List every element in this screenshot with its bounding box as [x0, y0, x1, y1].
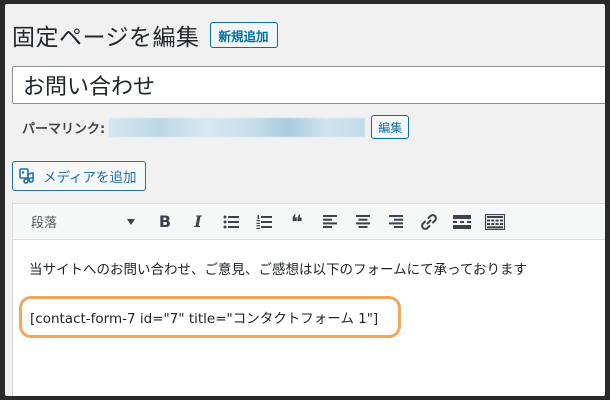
- italic-button[interactable]: I: [184, 208, 212, 236]
- add-media-icon: [19, 168, 34, 184]
- chevron-down-icon: [127, 218, 135, 225]
- content-paragraph: 当サイトへのお問い合わせ、ご意見、ご感想は以下のフォームにて承っております: [29, 262, 528, 278]
- page-header: 固定ページを編集 新規追加: [12, 18, 278, 52]
- editor-toolbar: 段落 B I ❝: [13, 204, 605, 240]
- editor-content-area[interactable]: 当サイトへのお問い合わせ、ご意見、ご感想は以下のフォームにて承っております: [13, 240, 605, 278]
- add-media-label: メディアを追加: [43, 170, 137, 186]
- link-icon: [421, 213, 437, 230]
- align-right-icon: [389, 215, 403, 228]
- permalink-url-blurred[interactable]: [109, 117, 366, 137]
- shortcode-highlight: [contact-form-7 id="7" title="コンタクトフォーム …: [19, 296, 401, 338]
- bulleted-list-icon: [223, 215, 239, 228]
- numbered-list-icon: [256, 214, 272, 229]
- add-new-button[interactable]: 新規追加: [209, 22, 278, 48]
- insert-link-button[interactable]: [415, 208, 443, 236]
- align-left-icon: [323, 215, 337, 228]
- content-editor: 段落 B I ❝ 当サイトへのお問い合わせ、ご意見、ご感想は以下のフォームにて承…: [12, 203, 605, 396]
- numbered-list-button[interactable]: [250, 208, 278, 236]
- align-center-button[interactable]: [349, 208, 377, 236]
- permalink-label: パーマリンク:: [22, 121, 106, 137]
- format-select-value: 段落: [31, 216, 58, 231]
- toolbar-toggle-button[interactable]: [481, 208, 509, 236]
- shortcode-text: [contact-form-7 id="7" title="コンタクトフォーム …: [30, 311, 379, 327]
- bold-button[interactable]: B: [151, 208, 179, 236]
- align-center-icon: [356, 215, 370, 228]
- format-select[interactable]: 段落: [21, 209, 139, 235]
- align-right-button[interactable]: [382, 208, 410, 236]
- post-title-input[interactable]: お問い合わせ: [12, 66, 605, 104]
- page-title: 固定ページを編集: [12, 25, 200, 51]
- add-media-button[interactable]: メディアを追加: [12, 161, 146, 191]
- bulleted-list-button[interactable]: [217, 208, 245, 236]
- blockquote-button[interactable]: ❝: [283, 208, 311, 236]
- post-title-value: お問い合わせ: [23, 75, 156, 100]
- editor-window: 固定ページを編集 新規追加 お問い合わせ パーマリンク: 編集 メディアを追加 …: [5, 4, 605, 396]
- permalink-edit-button[interactable]: 編集: [371, 115, 410, 139]
- read-more-button[interactable]: [448, 208, 476, 236]
- align-left-button[interactable]: [316, 208, 344, 236]
- read-more-icon: [453, 214, 471, 229]
- permalink-row: パーマリンク: 編集: [22, 115, 410, 139]
- keyboard-icon: [485, 213, 505, 230]
